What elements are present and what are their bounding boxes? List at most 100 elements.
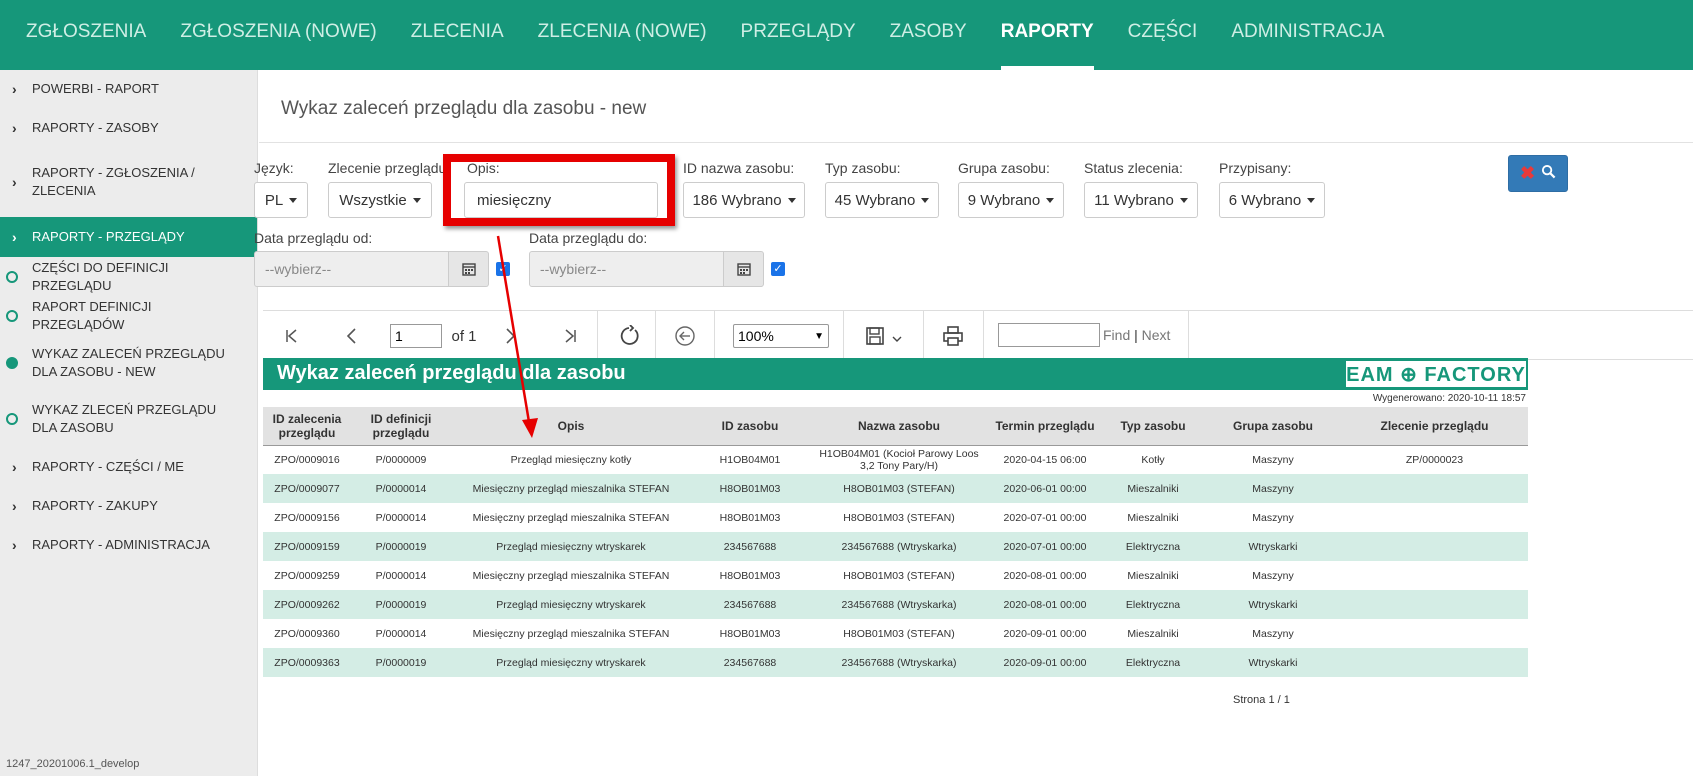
table-row: ZPO/0009016 P/0000009 Przegląd miesięczny …	[263, 445, 1528, 474]
sidebar-item-0[interactable]: › POWERBI - RAPORT	[0, 70, 257, 108]
table-cell: ZP/0000023	[1405, 453, 1464, 466]
data-do-input[interactable]: --wybierz--	[529, 251, 724, 287]
toolbar-separator	[923, 311, 924, 361]
zlecenie-select[interactable]: Wszystkie	[328, 182, 432, 218]
last-page-icon[interactable]	[555, 311, 585, 361]
sidebar-item-5[interactable]: RAPORT DEFINICJI PRZEGLĄDÓW	[0, 296, 257, 335]
grupa-select[interactable]: 9 Wybrano	[958, 182, 1064, 218]
column-header: ID zalecenia przeglądu	[263, 407, 351, 446]
toolbar-separator	[983, 311, 984, 361]
sidebar-item-7[interactable]: WYKAZ ZLECEŃ PRZEGLĄDU DLA ZASOBU	[0, 391, 257, 447]
sidebar-item-4[interactable]: CZĘŚCI DO DEFINICJI PRZEGLĄDU	[0, 257, 257, 296]
nav-item-4[interactable]: PRZEGLĄDY	[741, 0, 856, 70]
column-header: Zlecenie przeglądu	[1341, 407, 1528, 446]
highlight-box	[443, 154, 675, 226]
chevron-right-icon: ›	[12, 81, 17, 97]
sidebar-item-2[interactable]: › RAPORTY - ZGŁOSZENIA / ZLECENIA	[0, 147, 257, 217]
sidebar: › POWERBI - RAPORT › RAPORTY - ZASOBY › RAPOR…	[0, 70, 258, 776]
back-icon[interactable]	[667, 311, 703, 361]
table-cell: ZPO/0009262	[263, 590, 351, 619]
data-od-checkbox[interactable]: ✓	[496, 262, 510, 276]
table-cell: ZPO/0009016	[274, 453, 340, 466]
sidebar-item-10[interactable]: › RAPORTY - ADMINISTRACJA	[0, 525, 257, 564]
next-page-icon[interactable]	[495, 311, 525, 361]
sidebar-item-label: RAPORTY - ZGŁOSZENIA / ZLECENIA	[32, 165, 195, 198]
sidebar-item-9[interactable]: › RAPORTY - ZAKUPY	[0, 486, 257, 525]
data-od-input[interactable]: --wybierz--	[254, 251, 449, 287]
divider	[259, 142, 1693, 143]
caret-down-icon	[921, 197, 930, 203]
nav-item-8[interactable]: ADMINISTRACJA	[1231, 0, 1384, 70]
sidebar-item-6[interactable]: WYKAZ ZALECEŃ PRZEGLĄDU DLA ZASOBU - NEW	[0, 335, 257, 391]
nav-item-7[interactable]: CZĘŚCI	[1128, 0, 1198, 70]
page-number-input[interactable]	[390, 324, 442, 348]
print-icon[interactable]	[935, 311, 971, 361]
column-header: ID definicji przeglądu	[351, 407, 451, 446]
table-row: ZPO/0009159 P/0000019 Przegląd miesięczny …	[263, 532, 1528, 561]
table-cell: P/0000009	[375, 453, 427, 466]
sidebar-item-3[interactable]: › RAPORTY - PRZEGLĄDY	[0, 217, 257, 257]
zoom-select[interactable]: 100% ▼	[733, 324, 829, 348]
page-of-label: of 1	[451, 327, 477, 345]
report-header: Wykaz zaleceń przeglądu dla zasobu EAM ⊕…	[263, 358, 1528, 390]
status-value: 11 Wybrano	[1094, 191, 1174, 209]
sidebar-item-label: RAPORTY - CZĘŚCI / ME	[32, 458, 184, 474]
jezyk-select[interactable]: PL	[254, 182, 308, 218]
find-input[interactable]	[998, 323, 1100, 347]
refresh-icon[interactable]	[611, 311, 647, 361]
table-cell: 234567688	[691, 532, 809, 561]
column-header: ID zasobu	[691, 407, 809, 446]
page-title: Wykaz zaleceń przeglądu dla zasobu - new	[281, 98, 647, 119]
nav-item-5[interactable]: ZASOBY	[890, 0, 967, 70]
id-nazwa-select[interactable]: 186 Wybrano	[683, 182, 805, 218]
search-button[interactable]: ✖	[1508, 155, 1568, 192]
report-table: ID zalecenia przeglądu ID definicji przeg…	[263, 407, 1528, 677]
prev-page-icon[interactable]	[337, 311, 367, 361]
table-cell: ZPO/0009360	[274, 627, 340, 640]
table-cell: Miesięczny przegląd mieszalnika STEFAN	[451, 474, 691, 503]
table-cell: Mieszalniki	[1127, 627, 1179, 640]
table-cell	[1341, 648, 1528, 677]
circle-icon	[6, 270, 18, 283]
nav-item-1[interactable]: ZGŁOSZENIA (NOWE)	[180, 0, 376, 70]
sidebar-item-label: WYKAZ ZALECEŃ PRZEGLĄDU DLA ZASOBU - NEW	[32, 346, 225, 379]
nav-item-3[interactable]: ZLECENIA (NOWE)	[538, 0, 707, 70]
report-title: Wykaz zaleceń przeglądu dla zasobu	[277, 362, 626, 384]
first-page-icon[interactable]	[277, 311, 307, 361]
sidebar-item-label: RAPORTY - ZASOBY	[32, 119, 159, 135]
table-cell: 2020-08-01 00:00	[989, 590, 1101, 619]
sidebar-item-8[interactable]: › RAPORTY - CZĘŚCI / ME	[0, 447, 257, 486]
nav-item-2[interactable]: ZLECENIA	[411, 0, 504, 70]
przypisany-select[interactable]: 6 Wybrano	[1219, 182, 1325, 218]
zoom-value: 100%	[738, 328, 774, 344]
chevron-right-icon: ›	[12, 174, 17, 190]
nav-item-0[interactable]: ZGŁOSZENIA	[26, 0, 146, 70]
status-select[interactable]: 11 Wybrano	[1084, 182, 1198, 218]
table-cell	[1341, 503, 1528, 532]
sidebar-item-1[interactable]: › RAPORTY - ZASOBY	[0, 108, 257, 147]
calendar-icon[interactable]	[724, 251, 764, 287]
find-label: Find	[1103, 327, 1131, 343]
table-cell: H8OB01M03 (STEFAN)	[843, 627, 955, 640]
report-toolbar: of 1 100% ▼ Find | Next	[263, 310, 1693, 361]
next-link[interactable]: Next	[1142, 327, 1171, 343]
table-row: ZPO/0009077 P/0000014 Miesięczny przegląd …	[263, 474, 1528, 503]
data-do-placeholder: --wybierz--	[540, 261, 607, 277]
save-icon[interactable]	[859, 311, 909, 361]
nav-item-6[interactable]: RAPORTY	[1000, 0, 1094, 70]
zlecenie-value: Wszystkie	[339, 191, 407, 209]
table-cell: 234567688 (Wtryskarka)	[809, 648, 989, 677]
table-cell: 2020-07-01 00:00	[989, 532, 1101, 561]
data-do-checkbox[interactable]: ✓	[771, 262, 785, 276]
column-header: Typ zasobu	[1101, 407, 1205, 446]
column-header: Grupa zasobu	[1205, 407, 1341, 446]
column-header: Opis	[451, 407, 691, 446]
typ-select[interactable]: 45 Wybrano	[825, 182, 939, 218]
find-link[interactable]: Find | Next	[1103, 327, 1170, 343]
table-cell: Maszyny	[1252, 569, 1294, 582]
caret-down-icon	[1179, 197, 1188, 203]
typ-value: 45 Wybrano	[834, 191, 916, 209]
jezyk-value: PL	[264, 191, 284, 209]
calendar-icon[interactable]	[449, 251, 489, 287]
caret-down-icon	[289, 197, 298, 203]
